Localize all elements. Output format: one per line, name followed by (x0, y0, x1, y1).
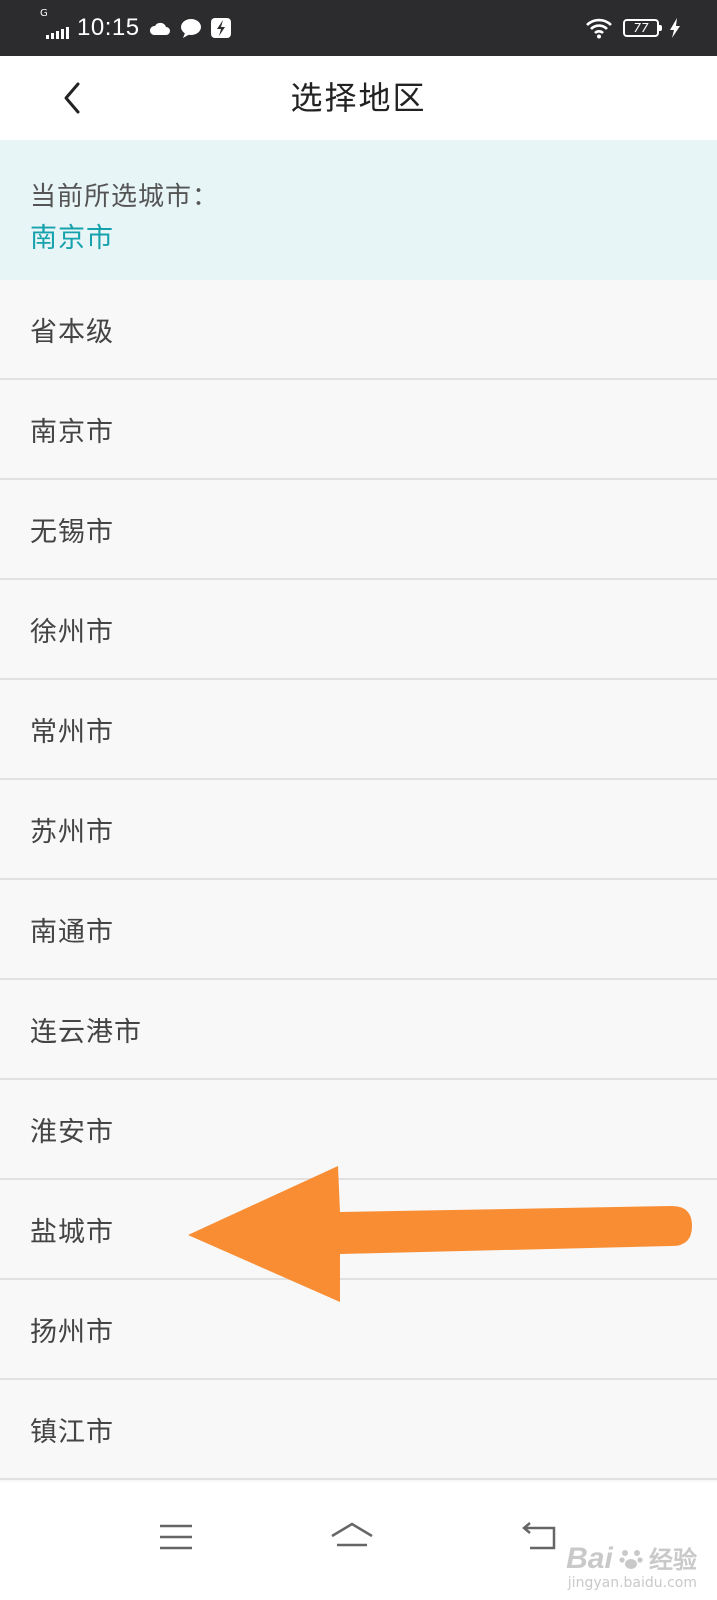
city-label: 镇江市 (30, 1416, 114, 1448)
city-label: 盐城市 (30, 1216, 114, 1248)
city-label: 扬州市 (30, 1316, 114, 1348)
page-title: 选择地区 (290, 79, 427, 117)
watermark: Bai 经验 jingyan.baidu.com (566, 1542, 697, 1591)
city-label: 常州市 (30, 716, 114, 748)
city-item-changzhou[interactable]: 常州市 (0, 680, 717, 780)
current-city-value: 南京市 (30, 223, 114, 254)
city-label: 徐州市 (30, 616, 114, 648)
weather-cloud-icon (149, 22, 170, 35)
city-item-zhenjiang[interactable]: 镇江市 (0, 1380, 717, 1480)
watermark-brand: Bai (566, 1542, 613, 1575)
city-item-nantong[interactable]: 南通市 (0, 880, 717, 980)
city-item-nanjing[interactable]: 南京市 (0, 380, 717, 480)
battery-icon: 77 (623, 19, 662, 37)
city-item-suzhou[interactable]: 苏州市 (0, 780, 717, 880)
menu-icon (160, 1524, 192, 1550)
city-label: 南通市 (30, 916, 114, 948)
city-label: 连云港市 (30, 1016, 142, 1048)
app-header: 选择地区 (0, 56, 717, 140)
charging-bolt-icon (670, 18, 680, 38)
city-label: 苏州市 (30, 816, 114, 848)
chat-bubble-icon (180, 19, 201, 38)
nav-home-button[interactable] (312, 1502, 392, 1572)
nav-menu-button[interactable] (136, 1502, 216, 1572)
city-item-province-level[interactable]: 省本级 (0, 280, 717, 380)
status-bar: G 10:15 77 (0, 0, 717, 56)
city-item-xuzhou[interactable]: 徐州市 (0, 580, 717, 680)
nav-bar: Bai 经验 jingyan.baidu.com (0, 1482, 717, 1600)
flash-app-icon (210, 18, 231, 38)
watermark-suffix: 经验 (649, 1547, 697, 1574)
watermark-url: jingyan.baidu.com (567, 1575, 697, 1591)
status-time: 10:15 (77, 14, 140, 41)
signal-icon (46, 25, 69, 39)
wifi-icon (586, 18, 612, 39)
city-label: 无锡市 (30, 516, 114, 548)
back-icon (522, 1522, 556, 1550)
status-left: G 10:15 (40, 8, 232, 44)
current-city-label: 当前所选城市： (30, 182, 220, 212)
city-item-yancheng[interactable]: 盐城市 (0, 1180, 717, 1280)
current-city-panel: 当前所选城市： 南京市 (0, 140, 717, 280)
city-item-huaian[interactable]: 淮安市 (0, 1080, 717, 1180)
city-item-lianyungang[interactable]: 连云港市 (0, 980, 717, 1080)
status-right: 77 (585, 14, 681, 42)
city-label: 淮安市 (30, 1116, 114, 1148)
city-list: 省本级 南京市 无锡市 徐州市 常州市 苏州市 南通市 连云港市 淮安市 盐城市… (0, 280, 717, 1480)
city-item-wuxi[interactable]: 无锡市 (0, 480, 717, 580)
network-type: G (40, 8, 48, 19)
city-label: 省本级 (30, 316, 114, 348)
city-item-yangzhou[interactable]: 扬州市 (0, 1280, 717, 1380)
city-label: 南京市 (30, 416, 114, 448)
home-icon (331, 1522, 373, 1547)
paw-icon (619, 1550, 643, 1569)
